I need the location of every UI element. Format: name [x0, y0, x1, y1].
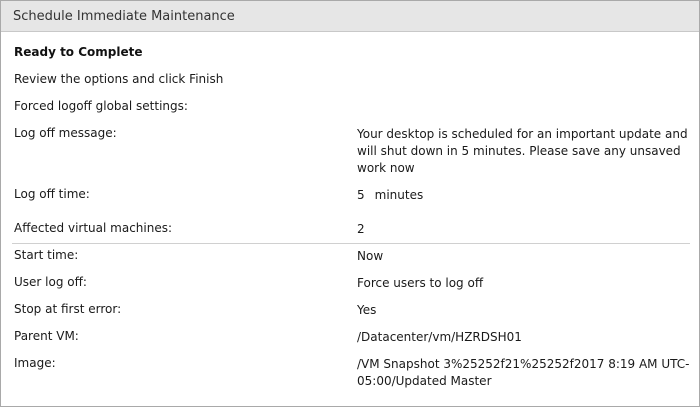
- logoff-time-label: Log off time:: [14, 187, 90, 201]
- parent-vm-label: Parent VM:: [14, 329, 79, 343]
- image-label: Image:: [14, 356, 56, 370]
- start-time-label: Start time:: [14, 248, 79, 262]
- logoff-time-value-wrap: 5 minutes: [357, 187, 690, 204]
- section-divider: [12, 243, 690, 244]
- parent-vm-value: /Datacenter/vm/HZRDSH01: [357, 330, 522, 344]
- logoff-time-unit: minutes: [374, 188, 424, 202]
- logoff-message-label: Log off message:: [14, 126, 117, 140]
- dialog-title: Schedule Immediate Maintenance: [1, 1, 699, 32]
- instruction-text: Review the options and click Finish: [14, 72, 224, 86]
- logoff-message-value: Your desktop is scheduled for an importa…: [357, 127, 688, 175]
- user-logoff-value: Force users to log off: [357, 276, 484, 290]
- user-logoff-label: User log off:: [14, 275, 87, 289]
- affected-vms-label: Affected virtual machines:: [14, 221, 173, 235]
- stop-first-error-label: Stop at first error:: [14, 302, 122, 316]
- image-value: /VM Snapshot 3%25252f21%25252f2017 8:19 …: [357, 357, 690, 388]
- logoff-time-value: 5: [357, 188, 365, 202]
- stop-first-error-value: Yes: [357, 303, 377, 317]
- ready-heading: Ready to Complete: [14, 45, 143, 59]
- forced-logoff-heading: Forced logoff global settings:: [14, 99, 188, 113]
- affected-vms-value: 2: [357, 222, 365, 236]
- schedule-maintenance-dialog: Schedule Immediate Maintenance Ready to …: [0, 0, 700, 407]
- start-time-value: Now: [357, 249, 384, 263]
